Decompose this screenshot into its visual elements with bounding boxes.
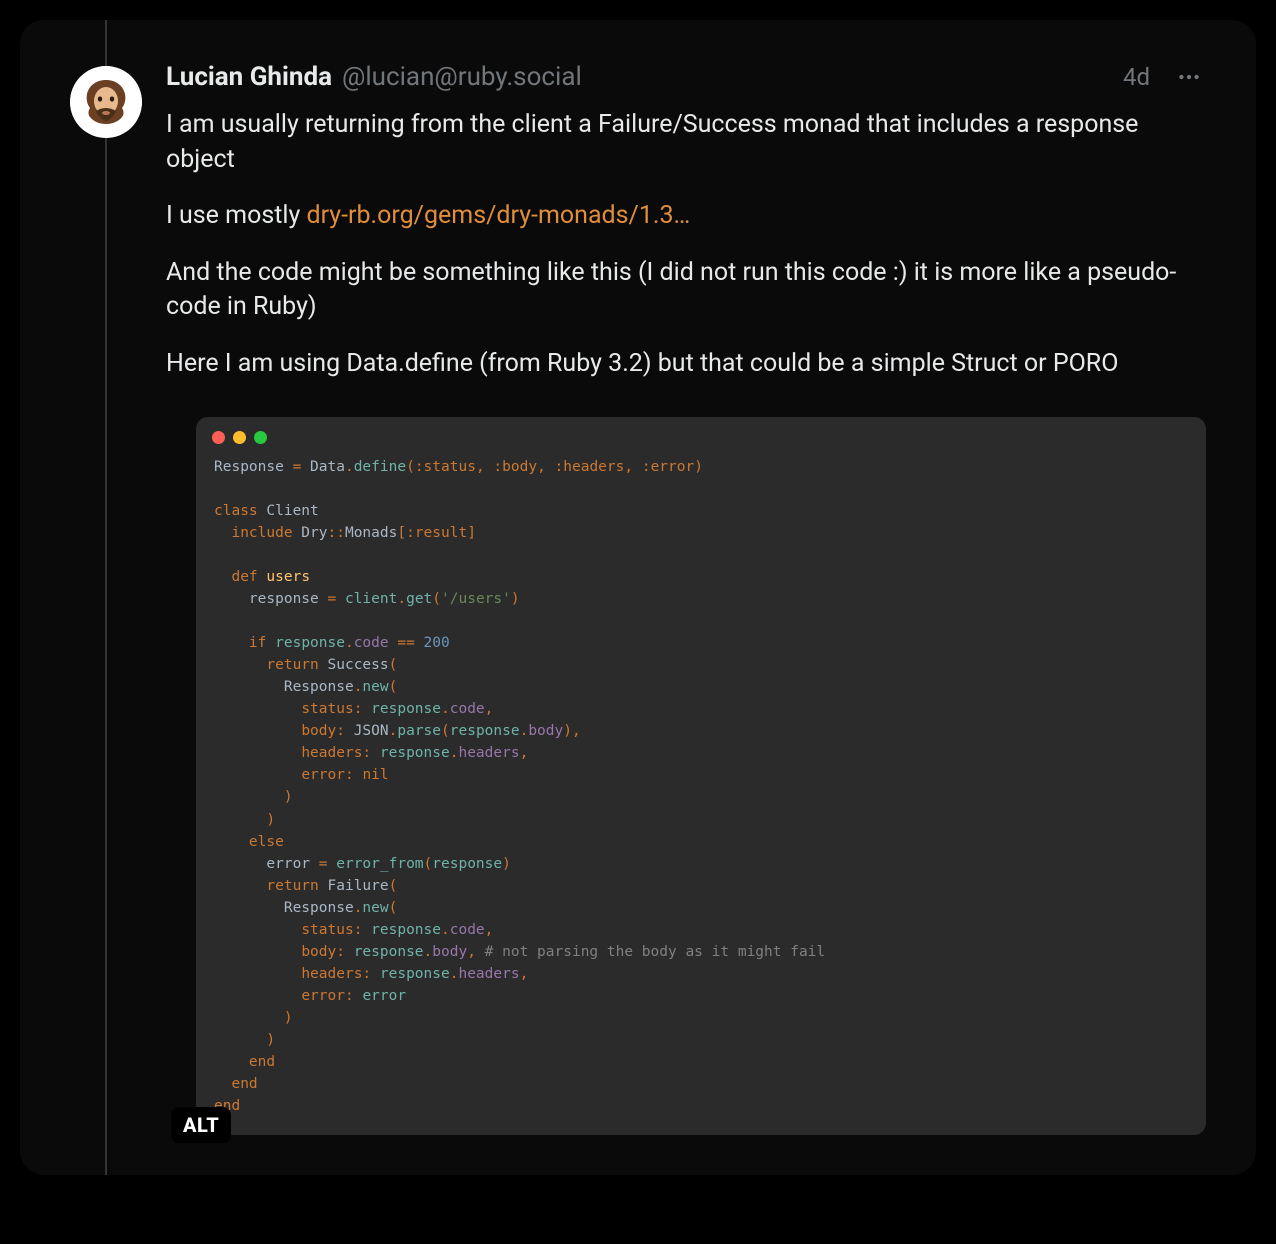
- alt-badge[interactable]: ALT: [171, 1107, 231, 1143]
- header-right: 4d: [1123, 60, 1206, 94]
- code-block: Response = Data.define(:status, :body, :…: [196, 452, 1206, 1135]
- post-header: Lucian Ghinda @lucian@ruby.social 4d: [166, 60, 1206, 94]
- author-display-name[interactable]: Lucian Ghinda: [166, 62, 332, 92]
- minimize-dot-icon: [233, 431, 246, 444]
- post-timestamp[interactable]: 4d: [1123, 63, 1150, 91]
- avatar[interactable]: [70, 66, 142, 138]
- p2-prefix: I use mostly: [166, 201, 307, 230]
- code-window[interactable]: Response = Data.define(:status, :body, :…: [196, 417, 1206, 1135]
- more-button[interactable]: [1172, 60, 1206, 94]
- author-handle[interactable]: @lucian@ruby.social: [342, 62, 582, 92]
- paragraph-2: I use mostly dry-rb.org/gems/dry-monads/…: [166, 199, 1206, 234]
- dry-monads-link[interactable]: dry-rb.org/gems/dry-monads/1.3…: [307, 201, 691, 230]
- avatar-memoji-icon: [70, 66, 142, 138]
- ellipsis-icon: [1176, 64, 1202, 90]
- thread-column: [70, 60, 142, 1135]
- paragraph-1: I am usually returning from the client a…: [166, 108, 1206, 177]
- window-titlebar: [196, 417, 1206, 452]
- post: Lucian Ghinda @lucian@ruby.social 4d I a…: [70, 60, 1206, 1135]
- close-dot-icon: [212, 431, 225, 444]
- paragraph-4: Here I am using Data.define (from Ruby 3…: [166, 347, 1206, 382]
- post-media: Response = Data.define(:status, :body, :…: [166, 417, 1206, 1135]
- thread-line: [105, 20, 107, 1175]
- post-card: Lucian Ghinda @lucian@ruby.social 4d I a…: [20, 20, 1256, 1175]
- paragraph-3: And the code might be something like thi…: [166, 256, 1206, 325]
- post-body: I am usually returning from the client a…: [166, 108, 1206, 381]
- post-content: Lucian Ghinda @lucian@ruby.social 4d I a…: [166, 60, 1206, 1135]
- maximize-dot-icon: [254, 431, 267, 444]
